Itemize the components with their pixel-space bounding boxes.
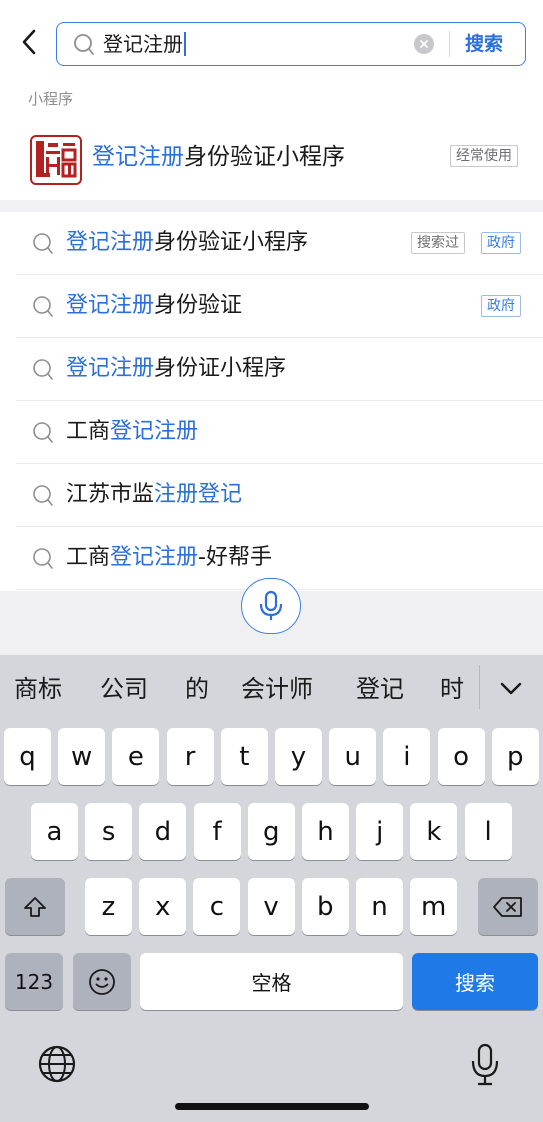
globe-key[interactable] — [36, 1043, 78, 1089]
globe-icon — [38, 1045, 76, 1083]
candidate-word[interactable]: 的 — [185, 673, 209, 705]
shift-icon — [24, 896, 46, 917]
search-button[interactable]: 搜索 — [465, 30, 503, 58]
key-b[interactable]: b — [301, 878, 349, 935]
candidate-divider — [479, 665, 480, 709]
suggestion-text: 登记注册身份证小程序 — [66, 356, 287, 381]
key-a[interactable]: a — [31, 803, 78, 860]
space-key[interactable]: 空格 — [140, 953, 403, 1010]
clear-button[interactable] — [414, 34, 434, 54]
suggestion-text: 工商登记注册-好帮手 — [66, 545, 272, 570]
suggestion-item[interactable]: 登记注册身份验证 政府 — [16, 275, 543, 338]
key-d[interactable]: d — [139, 803, 187, 860]
voice-input-button[interactable] — [241, 578, 301, 634]
suggestion-text: 工商登记注册 — [66, 419, 199, 444]
section-gap — [0, 200, 543, 212]
key-f[interactable]: f — [193, 803, 241, 860]
microphone-icon — [259, 590, 283, 620]
search-icon — [74, 34, 94, 55]
emoji-icon — [89, 968, 115, 995]
key-o[interactable]: o — [437, 728, 485, 785]
key-t[interactable]: t — [220, 728, 268, 785]
suggestion-item[interactable]: 工商登记注册 — [16, 401, 543, 464]
miniprogram-result[interactable]: 登记注册身份验证小程序 经常使用 — [0, 120, 543, 200]
shift-key[interactable] — [5, 878, 65, 935]
key-s[interactable]: s — [85, 803, 133, 860]
candidate-word[interactable]: 公司 — [100, 673, 148, 705]
key-v[interactable]: v — [247, 878, 295, 935]
search-icon — [33, 422, 53, 443]
text-cursor — [184, 32, 186, 56]
government-badge: 政府 — [481, 295, 521, 317]
candidate-word[interactable]: 商标 — [14, 673, 62, 705]
search-icon — [33, 485, 53, 506]
emoji-key[interactable] — [73, 953, 131, 1010]
key-x[interactable]: x — [139, 878, 187, 935]
search-field[interactable]: 登记注册 搜索 — [56, 22, 526, 66]
keyboard: 商标 公司 的会计师 登记 时 q w e r t y u i o p a s d f g h j k l z x c v b n m 12… — [0, 655, 543, 1122]
key-h[interactable]: h — [302, 803, 349, 860]
key-r[interactable]: r — [166, 728, 214, 785]
chevron-left-icon — [22, 29, 36, 55]
home-indicator — [175, 1103, 369, 1110]
back-button[interactable] — [14, 24, 44, 60]
candidate-word[interactable]: 会计师 — [241, 673, 313, 705]
dictation-key[interactable] — [470, 1043, 500, 1091]
search-input[interactable]: 登记注册 — [103, 31, 186, 57]
suggestion-item[interactable]: 登记注册身份证小程序 — [16, 338, 543, 401]
key-j[interactable]: j — [356, 803, 404, 860]
key-w[interactable]: w — [58, 728, 106, 785]
search-icon — [33, 296, 53, 317]
candidate-word[interactable]: 登记 — [356, 673, 404, 705]
chevron-down-icon — [500, 682, 522, 695]
key-i[interactable]: i — [383, 728, 431, 785]
suggestion-item[interactable]: 江苏市监注册登记 — [16, 464, 543, 527]
government-badge: 政府 — [481, 232, 521, 254]
suggestion-text: 登记注册身份验证小程序 — [66, 230, 309, 255]
clear-icon — [420, 40, 428, 48]
search-key[interactable]: 搜索 — [412, 953, 538, 1010]
numbers-key[interactable]: 123 — [5, 953, 63, 1010]
key-k[interactable]: k — [410, 803, 458, 860]
key-u[interactable]: u — [329, 728, 377, 785]
section-label-miniprogram: 小程序 — [28, 90, 74, 108]
frequent-use-badge: 经常使用 — [450, 145, 518, 167]
suggestion-text: 江苏市监注册登记 — [66, 482, 243, 507]
search-header: 登记注册 搜索 — [0, 0, 543, 74]
candidate-word[interactable]: 时 — [440, 673, 464, 705]
key-g[interactable]: g — [247, 803, 295, 860]
delete-key[interactable] — [478, 878, 538, 935]
key-e[interactable]: e — [112, 728, 160, 785]
search-icon — [33, 359, 53, 380]
miniprogram-title: 登记注册身份验证小程序 — [92, 144, 345, 170]
suggestion-item[interactable]: 登记注册身份验证小程序 搜索过 政府 — [16, 212, 543, 275]
key-m[interactable]: m — [410, 878, 458, 935]
key-c[interactable]: c — [193, 878, 241, 935]
search-icon — [33, 233, 53, 254]
key-p[interactable]: p — [491, 728, 539, 785]
key-z[interactable]: z — [85, 878, 132, 935]
key-l[interactable]: l — [464, 803, 512, 860]
divider — [449, 31, 450, 57]
suggestion-text: 登记注册身份验证 — [66, 293, 243, 318]
key-n[interactable]: n — [356, 878, 403, 935]
key-q[interactable]: q — [4, 728, 51, 785]
search-icon — [33, 548, 53, 569]
candidate-bar: 商标 公司 的会计师 登记 时 — [0, 655, 543, 723]
expand-candidates-button[interactable] — [495, 673, 527, 705]
searched-badge: 搜索过 — [411, 232, 465, 254]
backspace-icon — [493, 896, 522, 917]
miniprogram-logo — [30, 135, 82, 185]
microphone-icon — [471, 1043, 499, 1086]
key-y[interactable]: y — [275, 728, 322, 785]
